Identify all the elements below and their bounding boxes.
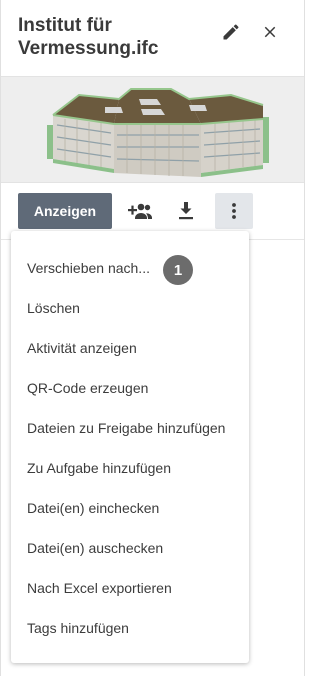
file-title: Institut für Vermessung.ifc [18, 14, 208, 60]
more-options-menu: Verschieben nach... 1 Löschen Aktivität … [11, 231, 249, 663]
close-button[interactable] [256, 18, 284, 46]
panel-header: Institut für Vermessung.ifc [1, 0, 304, 77]
file-title-line-1: Institut für [18, 15, 112, 36]
menu-item-add-to-share[interactable]: Dateien zu Freigabe hinzufügen [27, 416, 225, 440]
building-model-image [47, 88, 269, 177]
add-people-icon [128, 203, 152, 219]
download-icon [179, 202, 193, 220]
menu-item-check-in[interactable]: Datei(en) einchecken [27, 496, 159, 520]
more-options-button[interactable] [215, 193, 253, 229]
menu-item-add-to-task[interactable]: Zu Aufgabe hinzufügen [27, 456, 171, 480]
close-icon [264, 26, 276, 38]
model-thumbnail[interactable] [1, 77, 304, 183]
edit-button[interactable] [217, 18, 245, 46]
menu-item-add-tags[interactable]: Tags hinzufügen [27, 616, 129, 640]
step-badge: 1 [163, 255, 193, 285]
menu-item-create-qr-code[interactable]: QR-Code erzeugen [27, 376, 148, 400]
share-button[interactable] [121, 193, 159, 229]
file-details-panel: Institut für Vermessung.ifc Anzeigen Ver… [0, 0, 305, 676]
more-vertical-icon [232, 203, 236, 219]
pencil-icon [223, 24, 239, 40]
download-button[interactable] [167, 193, 205, 229]
menu-item-show-activity[interactable]: Aktivität anzeigen [27, 336, 137, 360]
view-button[interactable]: Anzeigen [18, 193, 112, 229]
menu-item-check-out[interactable]: Datei(en) auschecken [27, 536, 163, 560]
menu-item-delete[interactable]: Löschen [27, 296, 80, 320]
menu-item-export-excel[interactable]: Nach Excel exportieren [27, 576, 172, 600]
file-title-line-2: Vermessung.ifc [18, 38, 159, 59]
menu-item-move-to[interactable]: Verschieben nach... [27, 256, 150, 280]
